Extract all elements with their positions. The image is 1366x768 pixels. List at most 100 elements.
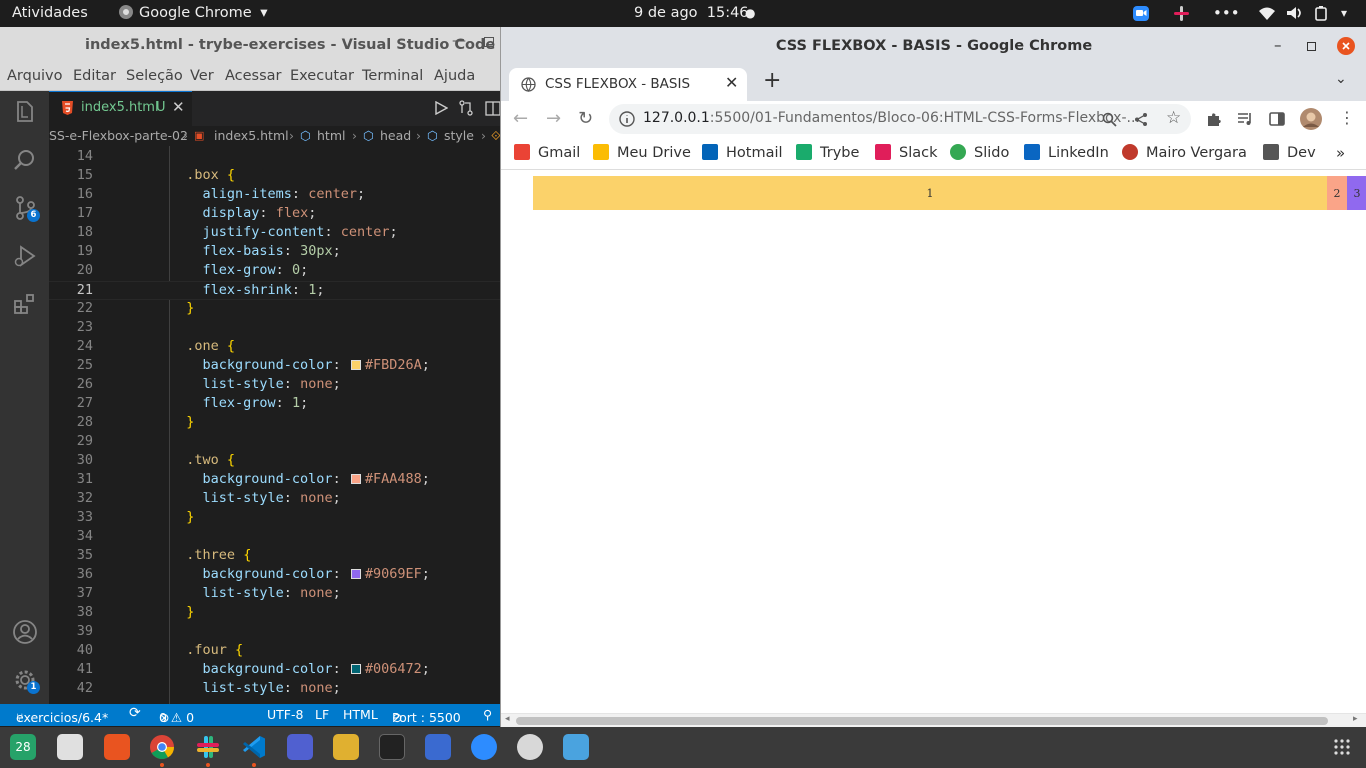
remote-desktop-app-icon[interactable]	[563, 734, 589, 760]
bookmark-hotmail[interactable]: Hotmail	[702, 144, 783, 164]
files-app-icon[interactable]	[57, 734, 83, 760]
code-line[interactable]: 35 .three {	[49, 547, 500, 566]
menu-terminal[interactable]: Terminal	[362, 68, 423, 84]
calendar-app-icon[interactable]: 28	[10, 734, 36, 760]
close-tab-icon[interactable]: ✕	[172, 98, 185, 116]
code-line[interactable]: 22 }	[49, 300, 500, 319]
search-icon[interactable]	[12, 147, 38, 173]
extensions-icon[interactable]	[12, 291, 38, 317]
bookmark-star-icon[interactable]: ☆	[1166, 108, 1181, 128]
site-info-icon[interactable]	[619, 111, 635, 127]
scroll-left-icon[interactable]: ◂	[505, 714, 510, 724]
code-line[interactable]: 39	[49, 623, 500, 642]
code-line[interactable]: 32 list-style: none;	[49, 490, 500, 509]
system-menu-chevron-icon[interactable]: ▾	[1341, 0, 1347, 27]
encoding-status[interactable]: UTF-8	[267, 707, 303, 722]
bookmark-meu-drive[interactable]: Meu Drive	[593, 144, 691, 164]
code-line[interactable]: 14	[49, 148, 500, 167]
code-line[interactable]: 21 flex-shrink: 1;	[49, 281, 500, 300]
zoom-tray-icon[interactable]	[1133, 5, 1150, 22]
code-line[interactable]: 38 }	[49, 604, 500, 623]
run-debug-icon[interactable]	[12, 243, 38, 269]
code-line[interactable]: 28 }	[49, 414, 500, 433]
code-line[interactable]: 30 .two {	[49, 452, 500, 471]
breadcrumb-head[interactable]: head	[380, 128, 411, 143]
menu-arquivo[interactable]: Arquivo	[7, 68, 63, 84]
bookmark-folder-dev[interactable]: Dev	[1263, 144, 1316, 164]
code-line[interactable]: 41 background-color: #006472;	[49, 661, 500, 680]
wifi-icon[interactable]	[1258, 5, 1276, 22]
close-tab-icon[interactable]: ✕	[725, 73, 738, 92]
more-tray-icon[interactable]: •••	[1213, 0, 1240, 27]
bookmark-mairo-vergara[interactable]: Mairo Vergara	[1122, 144, 1247, 164]
code-editor[interactable]: 14 15 .box {16 align-items: center; 17 dis…	[49, 146, 500, 704]
code-line[interactable]: 36 background-color: #9069EF;	[49, 566, 500, 585]
scrollbar-thumb[interactable]	[516, 717, 1328, 725]
code-line[interactable]: 23	[49, 319, 500, 338]
tab-index5-html[interactable]: index5.html U ✕	[49, 91, 192, 126]
bookmark-slack[interactable]: Slack	[875, 144, 938, 164]
avatar[interactable]	[1300, 108, 1322, 130]
code-line[interactable]: 31 background-color: #FAA488;	[49, 471, 500, 490]
breadcrumb-style[interactable]: style	[444, 128, 474, 143]
back-icon[interactable]: ←	[513, 108, 528, 129]
code-line[interactable]: 42 list-style: none;	[49, 680, 500, 699]
menu-ajuda[interactable]: Ajuda	[434, 68, 475, 84]
menu-executar[interactable]: Executar	[290, 68, 354, 84]
zoom-icon[interactable]	[1102, 112, 1117, 127]
color-swatch[interactable]	[350, 474, 361, 484]
tasks-app-icon[interactable]	[425, 734, 451, 760]
menu-ver[interactable]: Ver	[190, 68, 214, 84]
show-apps-grid-icon[interactable]	[1333, 738, 1351, 756]
horizontal-scrollbar[interactable]: ◂ ▸	[501, 713, 1366, 727]
code-line[interactable]: 25 background-color: #FBD26A;	[49, 357, 500, 376]
code-line[interactable]: 37 list-style: none;	[49, 585, 500, 604]
maximize-icon[interactable]	[1307, 42, 1316, 51]
code-line[interactable]: 34	[49, 528, 500, 547]
bookmark-linkedin[interactable]: LinkedIn	[1024, 144, 1109, 164]
color-swatch[interactable]	[350, 360, 361, 370]
code-line[interactable]: 33 }	[49, 509, 500, 528]
breadcrumb-folder[interactable]: SS-e-Flexbox-parte-02	[49, 128, 188, 143]
battery-icon[interactable]	[1314, 5, 1332, 22]
chrome-tab-active[interactable]: CSS FLEXBOX - BASIS ✕	[509, 68, 747, 101]
run-icon[interactable]	[434, 101, 448, 115]
account-icon[interactable]	[12, 619, 38, 645]
code-line[interactable]: 15 .box {	[49, 167, 500, 186]
breadcrumb-html[interactable]: html	[317, 128, 345, 143]
share-icon[interactable]	[1134, 112, 1149, 127]
code-line[interactable]: 26 list-style: none;	[49, 376, 500, 395]
volume-icon[interactable]	[1286, 5, 1304, 22]
scroll-right-icon[interactable]: ▸	[1353, 714, 1358, 724]
open-changes-icon[interactable]	[458, 100, 474, 116]
maximize-icon[interactable]	[484, 37, 494, 47]
bookmark-gmail[interactable]: Gmail	[514, 144, 580, 164]
chrome-dock-icon[interactable]	[149, 734, 175, 760]
tab-search-chevron-icon[interactable]: ⌄	[1335, 71, 1347, 87]
code-line[interactable]: 16 align-items: center;	[49, 186, 500, 205]
slack-dock-icon[interactable]	[195, 734, 221, 760]
address-bar[interactable]: 127.0.0.1:5500/01-Fundamentos/Bloco-06:H…	[609, 104, 1191, 134]
code-line[interactable]: 18 justify-content: center;	[49, 224, 500, 243]
sync-icon[interactable]: ⟳	[129, 705, 141, 721]
language-status[interactable]: HTML	[343, 707, 378, 722]
code-line[interactable]: 27 flex-grow: 1;	[49, 395, 500, 414]
menu-selecao[interactable]: Seleção	[126, 68, 183, 84]
vscode-dock-icon[interactable]	[241, 734, 267, 760]
extensions-puzzle-icon[interactable]	[1206, 111, 1222, 127]
chrome-menu-icon[interactable]: ⋮	[1339, 108, 1355, 127]
reload-icon[interactable]: ↻	[578, 108, 593, 129]
color-swatch[interactable]	[350, 664, 361, 674]
minimize-icon[interactable]: –	[1274, 36, 1282, 54]
notes-app-icon[interactable]	[333, 734, 359, 760]
bookmarks-overflow-icon[interactable]: »	[1336, 144, 1345, 164]
code-line[interactable]: 17 display: flex;	[49, 205, 500, 224]
app-menu[interactable]: Google Chrome ▾	[118, 0, 268, 27]
split-editor-icon[interactable]	[485, 100, 500, 116]
code-line[interactable]: 24 .one {	[49, 338, 500, 357]
code-line[interactable]: 20 flex-grow: 0;	[49, 262, 500, 281]
eol-status[interactable]: LF	[315, 707, 329, 722]
color-swatch[interactable]	[350, 569, 361, 579]
activities-button[interactable]: Atividades	[12, 0, 88, 27]
bookmark-slido[interactable]: Slido	[950, 144, 1009, 164]
